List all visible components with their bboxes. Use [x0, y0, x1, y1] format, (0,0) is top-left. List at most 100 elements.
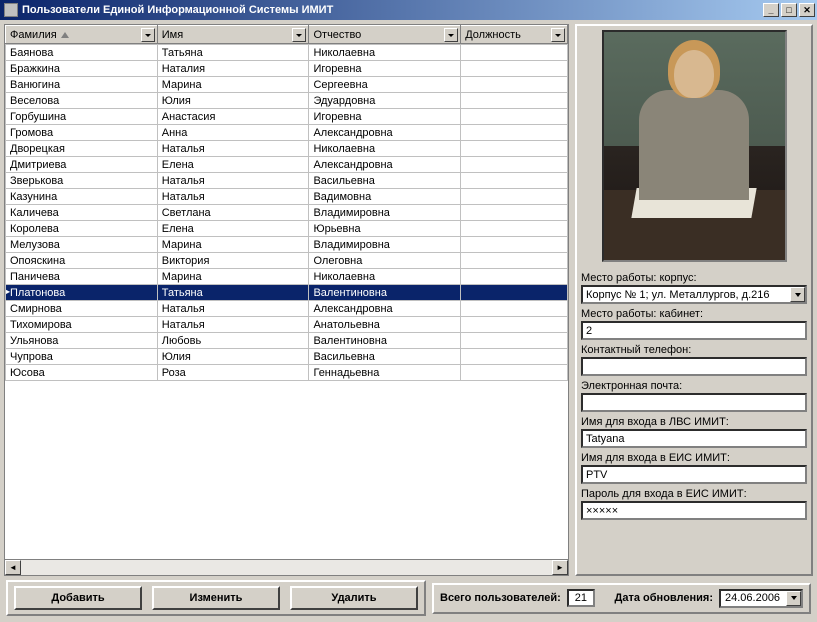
table-row[interactable]: КаличеваСветланаВладимировна [6, 205, 568, 221]
cell [461, 221, 568, 237]
cell: Анна [157, 125, 309, 141]
table-row[interactable]: БаяноваТатьянаНиколаевна [6, 45, 568, 61]
workplace-building-combo[interactable]: Корпус № 1; ул. Металлургов, д.216 [581, 285, 807, 304]
table-row[interactable]: ОпояскинаВикторияОлеговна [6, 253, 568, 269]
cell: Елена [157, 157, 309, 173]
table-row[interactable]: БражкинаНаталияИгоревна [6, 61, 568, 77]
cell: Николаевна [309, 141, 461, 157]
workplace-building-label: Место работы: корпус: [581, 272, 807, 284]
total-value: 21 [567, 589, 595, 607]
dropdown-icon[interactable] [786, 591, 801, 606]
cell: Марина [157, 269, 309, 285]
cell: Опояскина [6, 253, 158, 269]
cell: Юлия [157, 93, 309, 109]
button-bar: Добавить Изменить Удалить [6, 580, 426, 616]
cell: Александровна [309, 125, 461, 141]
scroll-track[interactable] [21, 560, 552, 575]
cell: Наталья [157, 189, 309, 205]
add-button[interactable]: Добавить [14, 586, 142, 610]
delete-button[interactable]: Удалить [290, 586, 418, 610]
date-combo[interactable]: 24.06.2006 [719, 589, 803, 608]
cell: Марина [157, 77, 309, 93]
edit-button[interactable]: Изменить [152, 586, 280, 610]
table-row[interactable]: ПлатоноваТатьянаВалентиновна [6, 285, 568, 301]
cell: Светлана [157, 205, 309, 221]
table-row[interactable]: МелузоваМаринаВладимировна [6, 237, 568, 253]
cell: Громова [6, 125, 158, 141]
cell: Юлия [157, 349, 309, 365]
table-row[interactable]: ГорбушинаАнастасияИгоревна [6, 109, 568, 125]
cell [461, 237, 568, 253]
cell [461, 285, 568, 301]
users-grid: Фамилия Имя Отчество Должность БаяноваТатья… [4, 24, 569, 576]
filter-dropdown-button[interactable] [444, 28, 458, 42]
cell [461, 333, 568, 349]
cell: Бражкина [6, 61, 158, 77]
cell: Наталия [157, 61, 309, 77]
minimize-button[interactable]: _ [763, 3, 779, 17]
cell: Виктория [157, 253, 309, 269]
cell: Александровна [309, 157, 461, 173]
app-icon [4, 3, 18, 17]
cell [461, 157, 568, 173]
table-row[interactable]: ЧупроваЮлияВасильевна [6, 349, 568, 365]
table-row[interactable]: ДмитриеваЕленаАлександровна [6, 157, 568, 173]
filter-dropdown-button[interactable] [551, 28, 565, 42]
table-row[interactable]: ВанюгинаМаринаСергеевна [6, 77, 568, 93]
phone-label: Контактный телефон: [581, 344, 807, 356]
column-header[interactable]: Должность [461, 26, 568, 44]
table-row[interactable]: ВеселоваЮлияЭдуардовна [6, 93, 568, 109]
eis-login-label: Имя для входа в ЕИС ИМИТ: [581, 452, 807, 464]
table-row[interactable]: УльяноваЛюбовьВалентиновна [6, 333, 568, 349]
grid-header-row: Фамилия Имя Отчество Должность [6, 26, 568, 44]
filter-dropdown-button[interactable] [292, 28, 306, 42]
dropdown-icon[interactable] [790, 287, 805, 302]
titlebar: Пользователи Единой Информационной Систе… [0, 0, 817, 20]
cell: Тихомирова [6, 317, 158, 333]
column-header[interactable]: Фамилия [6, 26, 158, 44]
close-button[interactable]: ✕ [799, 3, 815, 17]
cell: Вадимовна [309, 189, 461, 205]
column-header[interactable]: Отчество [309, 26, 461, 44]
cell: Наталья [157, 173, 309, 189]
cell [461, 365, 568, 381]
table-row[interactable]: ЮсоваРозаГеннадьевна [6, 365, 568, 381]
cell [461, 77, 568, 93]
lvs-login-label: Имя для входа в ЛВС ИМИТ: [581, 416, 807, 428]
table-row[interactable]: ДворецкаяНатальяНиколаевна [6, 141, 568, 157]
cell: Веселова [6, 93, 158, 109]
cell [461, 109, 568, 125]
table-row[interactable]: КоролеваЕленаЮрьевна [6, 221, 568, 237]
cell: Дворецкая [6, 141, 158, 157]
workplace-room-input[interactable]: 2 [581, 321, 807, 340]
horizontal-scrollbar[interactable]: ◄ ► [5, 559, 568, 575]
workplace-building-value: Корпус № 1; ул. Металлургов, д.216 [586, 289, 769, 301]
cell: Паничева [6, 269, 158, 285]
user-photo [602, 30, 787, 262]
scroll-left-button[interactable]: ◄ [5, 560, 21, 575]
table-row[interactable]: ПаничеваМаринаНиколаевна [6, 269, 568, 285]
table-row[interactable]: ТихомироваНатальяАнатольевна [6, 317, 568, 333]
cell: Николаевна [309, 269, 461, 285]
filter-dropdown-button[interactable] [141, 28, 155, 42]
table-row[interactable]: ЗверьковаНатальяВасильевна [6, 173, 568, 189]
cell: Игоревна [309, 61, 461, 77]
column-header[interactable]: Имя [157, 26, 309, 44]
column-label: Имя [162, 29, 183, 41]
cell: Чупрова [6, 349, 158, 365]
eis-pass-input[interactable]: ××××× [581, 501, 807, 520]
eis-login-input[interactable]: PTV [581, 465, 807, 484]
lvs-login-input[interactable]: Tatyana [581, 429, 807, 448]
cell: Владимировна [309, 237, 461, 253]
scroll-right-button[interactable]: ► [552, 560, 568, 575]
cell: Наталья [157, 301, 309, 317]
table-row[interactable]: КазунинаНатальяВадимовна [6, 189, 568, 205]
cell: Платонова [6, 285, 158, 301]
table-row[interactable]: СмирноваНатальяАлександровна [6, 301, 568, 317]
phone-input[interactable] [581, 357, 807, 376]
email-input[interactable] [581, 393, 807, 412]
cell: Ульянова [6, 333, 158, 349]
table-row[interactable]: ГромоваАннаАлександровна [6, 125, 568, 141]
maximize-button[interactable]: □ [781, 3, 797, 17]
column-label: Должность [465, 29, 521, 41]
